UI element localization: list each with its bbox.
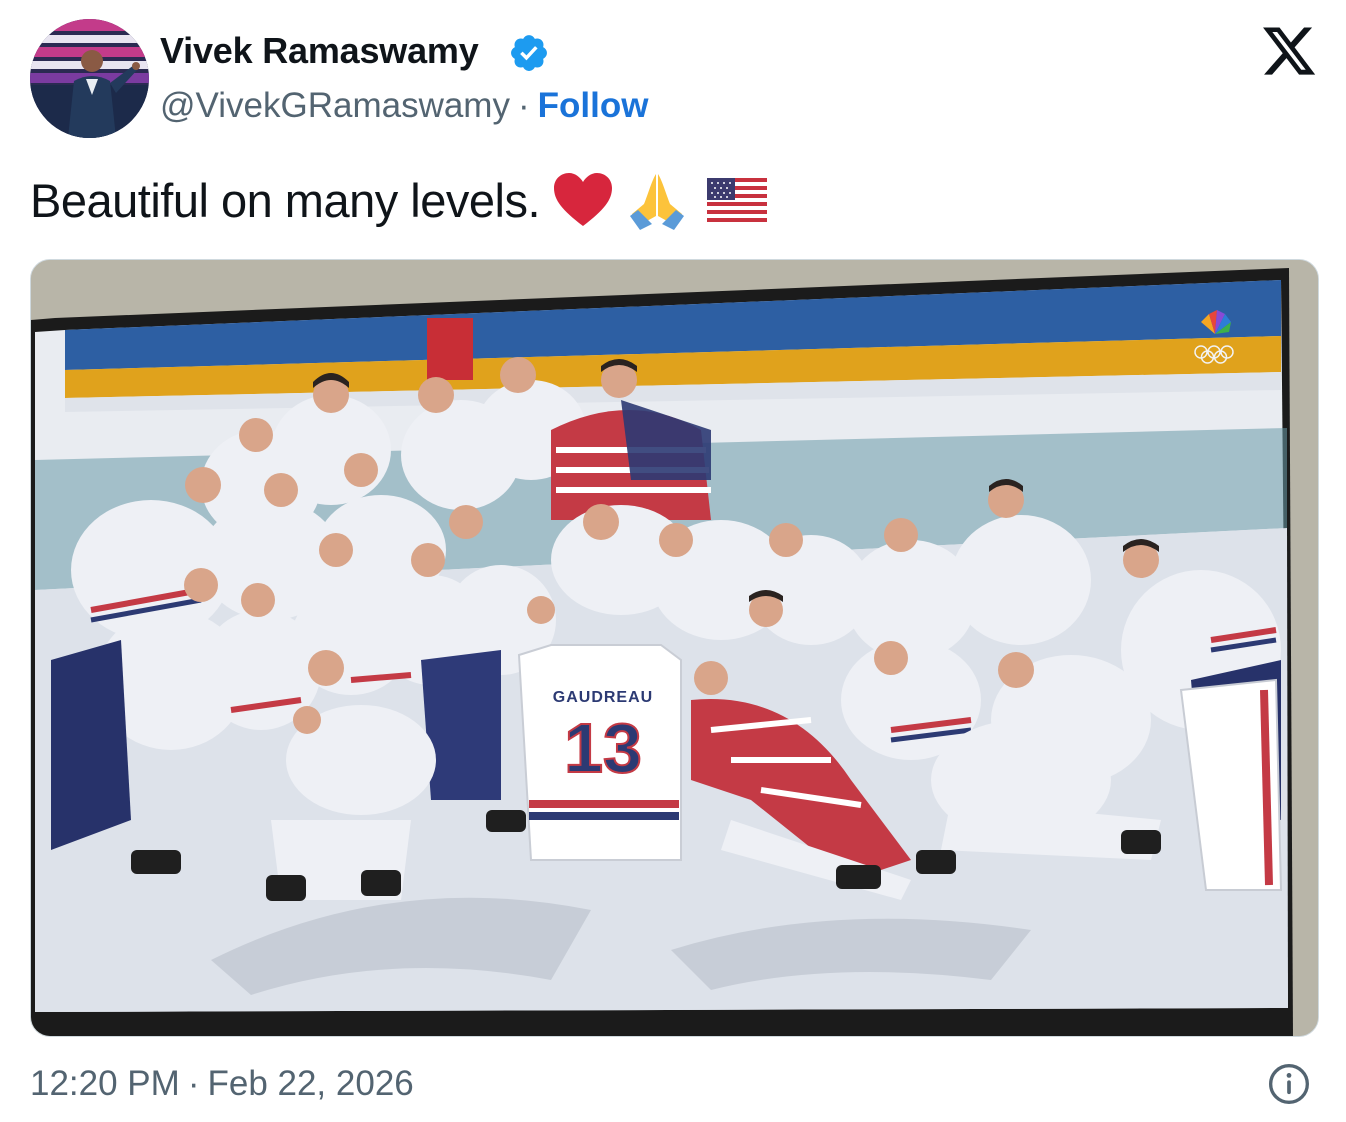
handle-line: @VivekGRamaswamy · Follow [160, 86, 648, 126]
separator-dot: · [517, 86, 530, 125]
tweet-timestamp[interactable]: 12:20 PM · Feb 22, 2026 [30, 1064, 414, 1104]
tweet-text: Beautiful on many levels. [30, 170, 768, 230]
us-flag-icon [707, 178, 768, 222]
author-handle[interactable]: @VivekGRamaswamy [160, 86, 510, 125]
avatar[interactable] [30, 19, 149, 138]
avatar-image [30, 19, 149, 138]
red-heart-icon [554, 173, 613, 226]
x-logo-icon[interactable] [1260, 22, 1318, 80]
jersey-name: GAUDREAU [553, 689, 653, 706]
follow-button[interactable]: Follow [538, 86, 649, 125]
tweet-text-body: Beautiful on many levels. [30, 173, 541, 227]
tweet-media-photo[interactable]: GAUDREAU 13 [30, 259, 1319, 1037]
verified-badge-icon [511, 35, 547, 71]
info-icon[interactable] [1267, 1062, 1311, 1106]
folded-hands-icon [630, 174, 685, 230]
jersey-number: 13 [564, 709, 642, 787]
tweet-time: 12:20 PM [30, 1064, 180, 1103]
footer-separator: · [187, 1064, 200, 1103]
photo-image: GAUDREAU 13 [31, 260, 1318, 1036]
tweet-date: Feb 22, 2026 [207, 1064, 414, 1103]
author-name[interactable]: Vivek Ramaswamy [160, 30, 479, 72]
